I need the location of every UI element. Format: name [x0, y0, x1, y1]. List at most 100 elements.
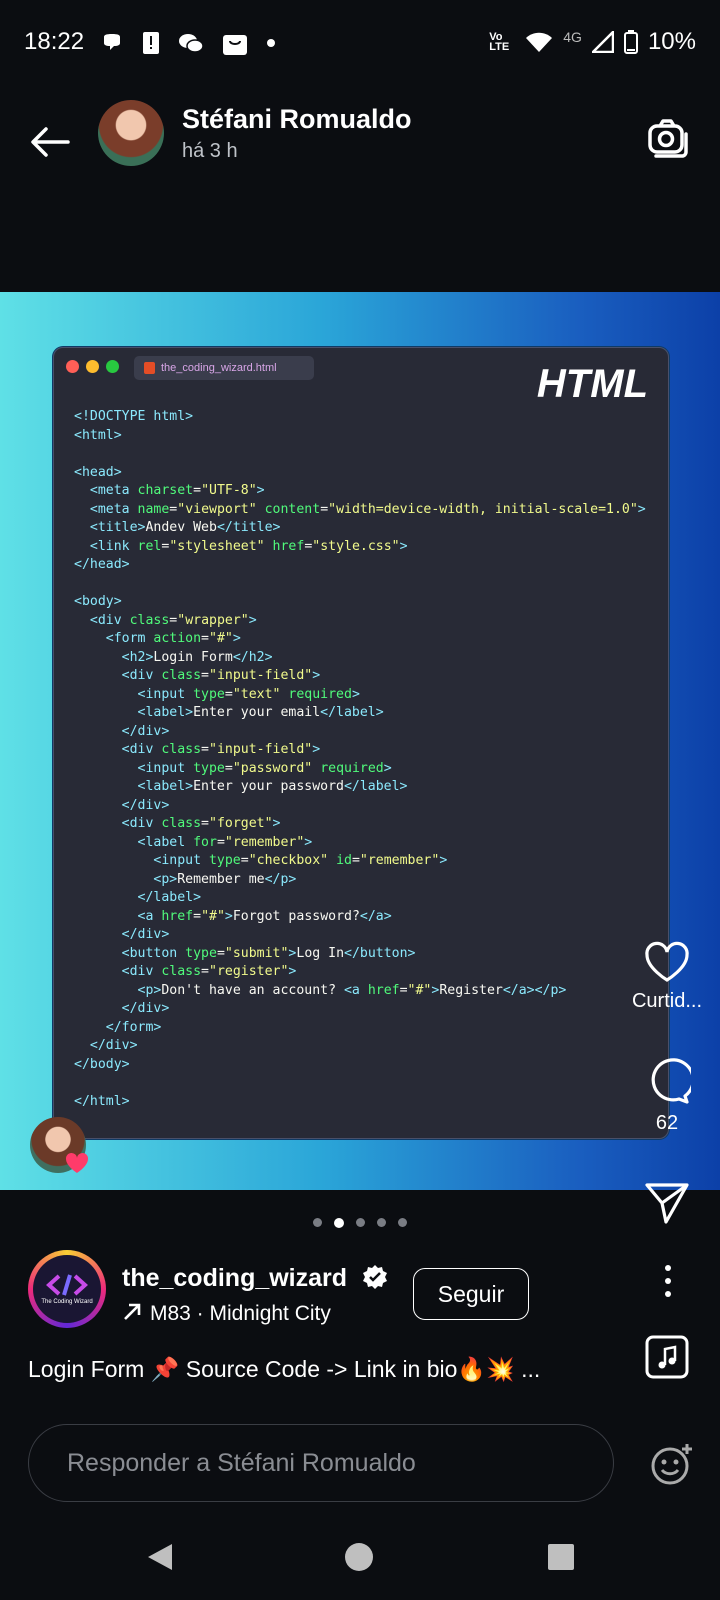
- pager-dot: [334, 1218, 344, 1228]
- comment-count: 62: [655, 1112, 679, 1134]
- code-line: </div>: [121, 723, 170, 739]
- code-line: <p>Don't have an account? <a href="#">Re…: [137, 982, 567, 998]
- carousel-pager: [0, 1218, 720, 1228]
- close-dot: [66, 360, 79, 373]
- signal-icon: [591, 31, 614, 53]
- status-bar: 18:22 Vo LTE 4G 10%: [0, 0, 720, 80]
- code-line: </html>: [74, 1093, 130, 1109]
- audio-icon[interactable]: [645, 1335, 689, 1379]
- post-media[interactable]: the_coding_wizard.html HTML <!DOCTYPE ht…: [0, 292, 720, 1190]
- comment-action[interactable]: 62: [636, 1058, 698, 1135]
- code-line: </div>: [121, 1001, 170, 1016]
- reply-input[interactable]: [29, 1425, 613, 1501]
- verified-badge-icon: [363, 1265, 387, 1289]
- more-options-icon[interactable]: [660, 1264, 676, 1298]
- pager-dot: [356, 1218, 365, 1227]
- code-line: <label>Enter your password</label>: [137, 779, 408, 794]
- status-time: 18:22: [24, 28, 85, 55]
- nav-recents-icon[interactable]: [548, 1544, 574, 1570]
- post-caption[interactable]: Login Form 📌 Source Code -> Link in bio🔥…: [28, 1356, 540, 1383]
- like-label: Curtid...: [631, 990, 703, 1012]
- camera-icon[interactable]: [646, 116, 690, 160]
- user-name[interactable]: Stéfani Romualdo: [182, 104, 412, 135]
- battery-icon: [623, 30, 638, 54]
- volte-icon: Vo LTE: [489, 31, 510, 53]
- code-line: <input type="checkbox" id="remember">: [153, 853, 448, 868]
- account-name[interactable]: the_coding_wizard: [122, 1264, 347, 1293]
- music-info[interactable]: M83 · Midnight City: [122, 1302, 331, 1326]
- code-line: <input type="password" required>: [137, 760, 392, 776]
- code-line: <a href="#">Forgot password?</a>: [137, 908, 392, 924]
- code-line: </form>: [105, 1019, 162, 1035]
- back-arrow-icon[interactable]: [28, 120, 72, 164]
- account-logo-inner: The Coding Wizard: [33, 1255, 101, 1323]
- heart-icon[interactable]: [643, 940, 691, 984]
- chat-bubble-icon: [104, 34, 120, 50]
- code-block: <!DOCTYPE html> <html> <head> <meta chars…: [74, 408, 646, 1111]
- nav-home-icon[interactable]: [344, 1542, 374, 1572]
- comment-icon[interactable]: [643, 1058, 691, 1106]
- code-line: <label for="remember">: [137, 834, 313, 850]
- code-line: <form action="#">: [105, 631, 241, 646]
- nav-back-icon[interactable]: [146, 1542, 174, 1572]
- code-line: <meta charset="UTF-8">: [89, 483, 265, 498]
- notification-icons: [100, 30, 276, 56]
- code-line: <div class="input-field">: [121, 742, 321, 757]
- time-ago: há 3 h: [182, 140, 238, 162]
- account-logo[interactable]: The Coding Wizard: [28, 1250, 106, 1328]
- pager-dot: [398, 1218, 407, 1227]
- code-line: <button type="submit">Log In</button>: [121, 945, 416, 961]
- arrow-up-right-icon: [124, 1303, 141, 1320]
- code-line: <html>: [74, 427, 122, 443]
- code-line: <p>Remember me</p>: [153, 871, 297, 887]
- code-line: </body>: [74, 1056, 130, 1072]
- follow-button[interactable]: Seguir: [413, 1268, 529, 1320]
- code-line: <div class="register">: [121, 964, 297, 979]
- file-tab-label: the_coding_wizard.html: [161, 362, 277, 374]
- network-type: 4G: [563, 29, 582, 45]
- code-line: <label>Enter your email</label>: [137, 705, 384, 720]
- code-brackets-icon: [46, 1274, 88, 1296]
- story-header: Stéfani Romualdo há 3 h: [0, 90, 720, 190]
- reply-field[interactable]: [28, 1424, 614, 1502]
- code-line: <input type="text" required>: [137, 686, 360, 702]
- window-controls: [66, 360, 119, 373]
- account-logo-text: The Coding Wizard: [41, 1299, 93, 1305]
- file-tab: the_coding_wizard.html: [134, 356, 314, 380]
- code-line: <head>: [74, 464, 122, 480]
- code-line: </label>: [137, 890, 202, 905]
- code-line: <meta name="viewport" content="width=dev…: [89, 501, 646, 517]
- heart-reaction-icon: [65, 1152, 89, 1173]
- add-emoji-icon[interactable]: [650, 1442, 694, 1486]
- code-line: </head>: [74, 557, 130, 572]
- html-badge: HTML: [536, 362, 648, 406]
- code-line: </div>: [121, 797, 170, 813]
- code-line: <h2>Login Form</h2>: [121, 649, 273, 665]
- code-line: <link rel="stylesheet" href="style.css">: [89, 538, 408, 554]
- maximize-dot: [106, 360, 119, 373]
- wechat-icon: [179, 34, 204, 53]
- music-title: M83 · Midnight City: [150, 1302, 331, 1325]
- minimize-dot: [86, 360, 99, 373]
- pager-dot: [313, 1218, 322, 1227]
- wifi-icon: [526, 32, 553, 52]
- system-icons: Vo LTE 4G 10%: [489, 28, 696, 56]
- code-line: <div class="forget">: [121, 816, 281, 831]
- shopping-bag-icon: [223, 35, 247, 55]
- code-editor-window: the_coding_wizard.html HTML <!DOCTYPE ht…: [53, 347, 669, 1139]
- code-line: </div>: [121, 927, 170, 942]
- like-action[interactable]: Curtid...: [632, 940, 702, 1013]
- battery-level: 10%: [647, 28, 696, 55]
- pager-dot: [377, 1218, 386, 1227]
- code-line: </div>: [89, 1038, 138, 1053]
- code-line: <title>Andev Web</title>: [89, 520, 281, 535]
- more-dot-icon: [267, 39, 275, 47]
- code-line: <div class="wrapper">: [89, 612, 257, 628]
- user-avatar[interactable]: [98, 100, 164, 166]
- html5-icon: [144, 362, 155, 374]
- system-nav-bar: [0, 1520, 720, 1600]
- code-line: <div class="input-field">: [121, 668, 321, 683]
